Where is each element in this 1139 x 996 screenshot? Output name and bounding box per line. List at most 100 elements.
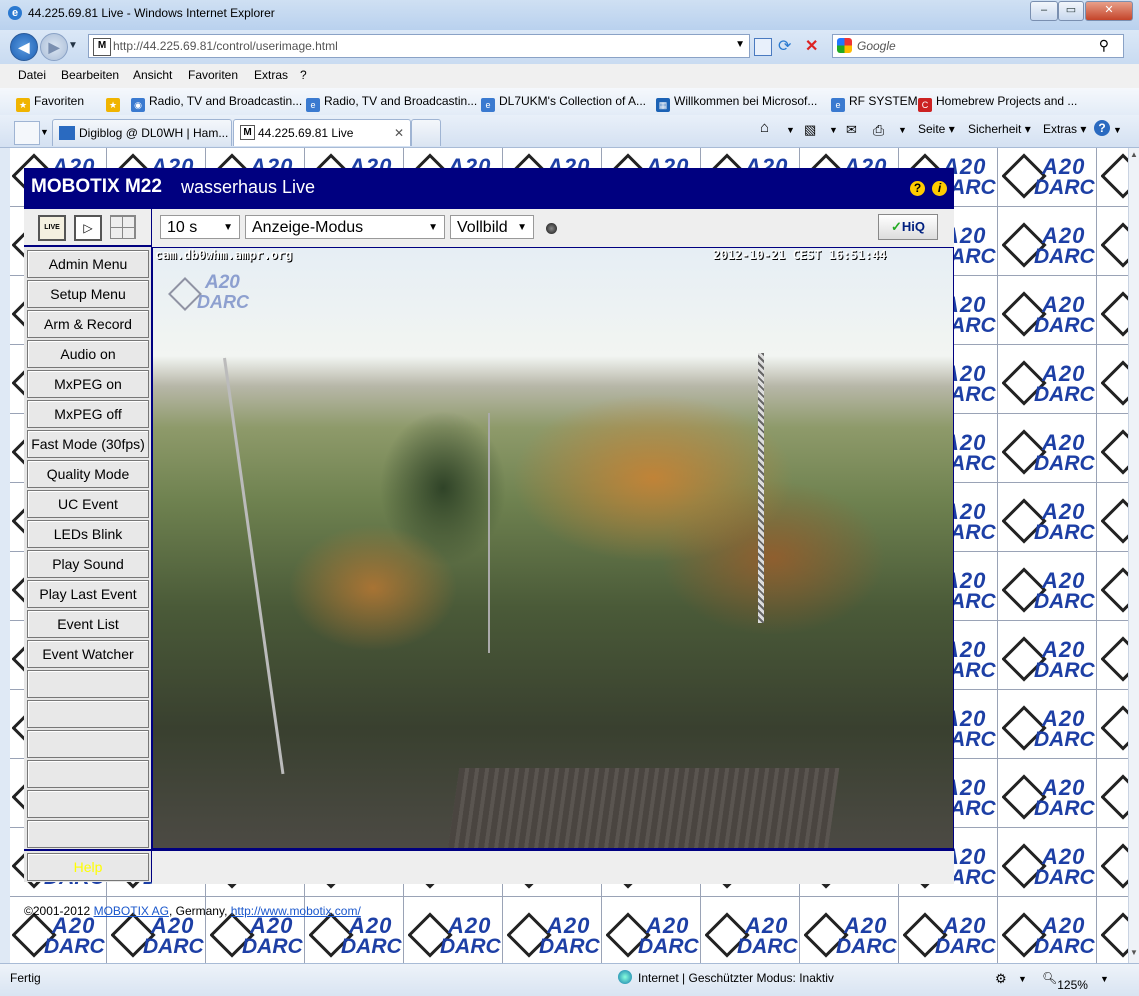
feeds-icon[interactable]: ▧ — [804, 122, 816, 138]
mobotix-favicon-icon: M — [93, 38, 111, 56]
print-dropdown-icon[interactable]: ▼ — [898, 125, 907, 135]
menu-bar: Datei Bearbeiten Ansicht Favoriten Extra… — [0, 64, 1139, 89]
empty-sidebar-button[interactable] — [27, 670, 149, 698]
page-menu[interactable]: Seite ▾ — [918, 122, 955, 136]
favorite-link-2[interactable]: e Radio, TV and Broadcastin... — [306, 94, 477, 112]
address-bar[interactable]: M http://44.225.69.81/control/userimage.… — [88, 34, 750, 58]
mobotix-website-link[interactable]: http://www.mobotix.com/ — [231, 904, 361, 918]
favorite-link-5[interactable]: e RF SYSTEM — [831, 94, 918, 112]
favorite-link-4[interactable]: ▦ Willkommen bei Microsof... — [656, 94, 817, 112]
tab-digiblog[interactable]: Digiblog @ DL0WH | Ham... — [52, 119, 232, 146]
security-zone-text[interactable]: Internet | Geschützter Modus: Inaktiv — [638, 971, 834, 985]
menu-favoriten[interactable]: Favoriten — [188, 68, 238, 82]
help-dropdown-icon[interactable]: ▼ — [1113, 125, 1122, 135]
empty-sidebar-button[interactable] — [27, 730, 149, 758]
mxpeg-off-button[interactable]: MxPEG off — [27, 400, 149, 428]
favorite-link-3[interactable]: e DL7UKM's Collection of A... — [481, 94, 646, 112]
darc-background-tile: A20DARC — [1101, 840, 1128, 906]
search-icon[interactable]: ⚲ — [1099, 37, 1109, 54]
refresh-interval-select[interactable]: 10 s ▼ — [160, 215, 240, 239]
question-icon[interactable]: ? — [910, 181, 925, 196]
menu-bearbeiten[interactable]: Bearbeiten — [61, 68, 119, 82]
tile-bottom-text: DARC — [341, 935, 402, 958]
popup-blocker-icon[interactable]: ⚙ — [995, 971, 1007, 987]
close-window-button[interactable]: ✕ — [1085, 1, 1133, 21]
play-sound-button[interactable]: Play Sound — [27, 550, 149, 578]
help-button[interactable]: Help — [27, 853, 149, 881]
quick-tabs-icon[interactable] — [14, 121, 40, 145]
tab-list-dropdown-icon[interactable]: ▼ — [40, 127, 49, 137]
tile-bottom-text: DARC — [1034, 176, 1095, 199]
vertical-scrollbar[interactable]: ▲ ▼ — [1128, 148, 1139, 963]
minimize-button[interactable]: ‒ — [1030, 1, 1058, 21]
image-size-select[interactable]: Vollbild ▼ — [450, 215, 534, 239]
menu-extras[interactable]: Extras — [254, 68, 288, 82]
print-icon[interactable]: ⎙ — [873, 122, 884, 139]
uc-event-button[interactable]: UC Event — [27, 490, 149, 518]
status-dropdown-icon[interactable]: ▼ — [1018, 974, 1027, 984]
audio-on-button[interactable]: Audio on — [27, 340, 149, 368]
leds-blink-button[interactable]: LEDs Blink — [27, 520, 149, 548]
scroll-down-icon[interactable]: ▼ — [1130, 948, 1138, 957]
event-list-button[interactable]: Event List — [27, 610, 149, 638]
quality-mode-button[interactable]: Quality Mode — [27, 460, 149, 488]
empty-sidebar-button[interactable] — [27, 790, 149, 818]
empty-sidebar-button[interactable] — [27, 700, 149, 728]
home-icon[interactable]: ⌂ — [760, 119, 769, 136]
tab-bar: ▼ Digiblog @ DL0WH | Ham... M 44.225.69.… — [0, 115, 1139, 148]
compatibility-view-icon[interactable] — [754, 38, 772, 56]
address-dropdown-icon[interactable]: ▼ — [735, 39, 745, 50]
image-timestamp-overlay: 2012-10-21 CEST 16:51:44 — [713, 248, 887, 262]
empty-sidebar-button[interactable] — [27, 820, 149, 848]
multiview-icon[interactable] — [110, 215, 136, 239]
admin-menu-button[interactable]: Admin Menu — [27, 250, 149, 278]
maximize-button[interactable]: ▭ — [1058, 1, 1084, 21]
search-input[interactable]: Google ⚲ — [832, 34, 1124, 58]
new-tab-button[interactable] — [411, 119, 441, 146]
stop-icon[interactable]: ✕ — [805, 36, 818, 56]
event-watcher-button[interactable]: Event Watcher — [27, 640, 149, 668]
refresh-icon[interactable]: ⟳ — [778, 36, 791, 56]
display-mode-select[interactable]: Anzeige-Modus ▼ — [245, 215, 445, 239]
add-to-favorites-bar-icon[interactable]: ★ — [106, 94, 124, 112]
zoom-control[interactable]: 🔍︎ 125% — [1042, 971, 1088, 992]
hiq-button[interactable]: ✓HiQ — [878, 214, 938, 240]
zoom-dropdown-icon[interactable]: ▼ — [1100, 974, 1109, 984]
darc-background-tile: A20DARC — [1002, 357, 1098, 423]
favorites-button[interactable]: ★ Favoriten — [16, 94, 84, 112]
home-dropdown-icon[interactable]: ▼ — [786, 125, 795, 135]
history-dropdown-icon[interactable]: ▼ — [68, 40, 78, 51]
tab-live-camera[interactable]: M 44.225.69.81 Live ✕ — [233, 119, 411, 146]
menu-help[interactable]: ? — [300, 68, 307, 82]
help-icon[interactable]: ? — [1094, 120, 1110, 136]
feeds-dropdown-icon[interactable]: ▼ — [829, 125, 838, 135]
scroll-up-icon[interactable]: ▲ — [1130, 150, 1138, 159]
tile-bottom-text: DARC — [638, 935, 699, 958]
darc-diamond-icon — [1101, 774, 1128, 820]
favorite-link-1[interactable]: ◉ Radio, TV and Broadcastin... — [131, 94, 302, 112]
setup-menu-button[interactable]: Setup Menu — [27, 280, 149, 308]
close-tab-icon[interactable]: ✕ — [394, 126, 404, 140]
security-menu[interactable]: Sicherheit ▾ — [968, 122, 1031, 136]
tile-bottom-text: DARC — [1034, 659, 1095, 682]
tools-menu[interactable]: Extras ▾ — [1043, 122, 1086, 136]
fast-mode-button[interactable]: Fast Mode (30fps) — [27, 430, 149, 458]
mail-icon[interactable]: ✉ — [846, 122, 857, 138]
arm-record-button[interactable]: Arm & Record — [27, 310, 149, 338]
info-icon[interactable]: i — [932, 181, 947, 196]
back-button[interactable]: ◀ — [10, 33, 38, 61]
player-view-icon[interactable]: ▷ — [74, 215, 102, 241]
view-switcher: LIVE ▷ — [24, 209, 151, 247]
mobotix-company-link[interactable]: MOBOTIX AG — [94, 904, 169, 918]
forward-button[interactable]: ▶ — [40, 33, 68, 61]
footer: ©2001-2012 MOBOTIX AG, Germany, http://w… — [24, 904, 361, 918]
menu-datei[interactable]: Datei — [18, 68, 46, 82]
menu-ansicht[interactable]: Ansicht — [133, 68, 172, 82]
live-view-icon[interactable]: LIVE — [38, 215, 66, 241]
favorite-link-6[interactable]: C Homebrew Projects and ... — [918, 94, 1077, 112]
mxpeg-on-button[interactable]: MxPEG on — [27, 370, 149, 398]
play-last-event-button[interactable]: Play Last Event — [27, 580, 149, 608]
mobotix-tab-icon: M — [240, 125, 255, 140]
live-camera-image[interactable]: cam.db0whm.ampr.org 2012-10-21 CEST 16:5… — [153, 248, 953, 848]
empty-sidebar-button[interactable] — [27, 760, 149, 788]
